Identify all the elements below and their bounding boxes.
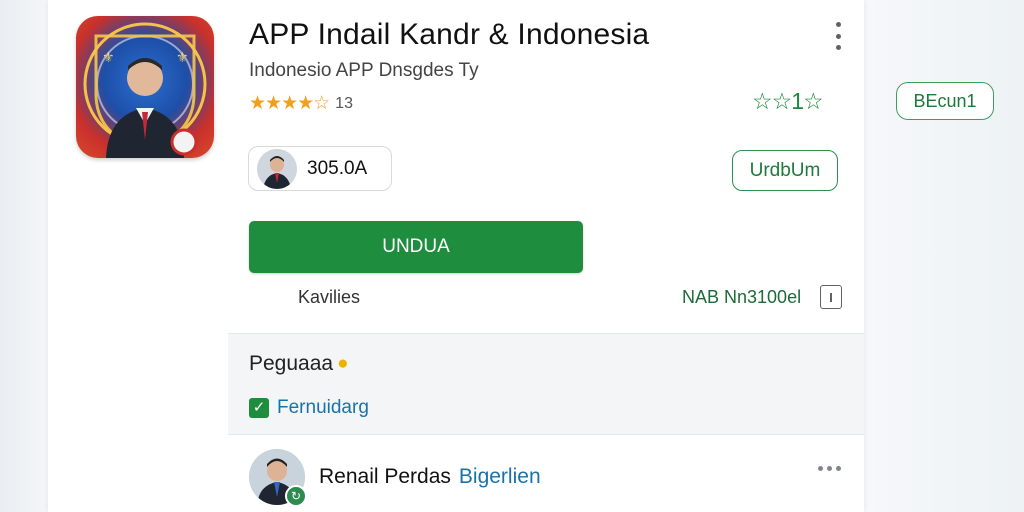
svg-text:⚜: ⚜	[102, 49, 115, 65]
reviewer-avatar: ↻	[249, 449, 307, 507]
permission-label[interactable]: Fernuidarg	[277, 397, 369, 419]
permissions-title-text: Peguaaa	[249, 352, 334, 375]
info-icon[interactable]	[820, 285, 842, 309]
permission-checkbox[interactable]: ✓	[249, 398, 269, 418]
rating-count: 13	[335, 94, 353, 112]
permissions-section	[228, 333, 864, 435]
left-background-panel	[0, 0, 48, 512]
side-pill-button[interactable]: BEcun1	[896, 82, 994, 120]
right-background-panel	[864, 0, 1024, 512]
app-size: 305.0A	[307, 157, 368, 179]
rating-stars-icon: ★★★★☆	[249, 93, 330, 114]
size-chip: 305.0A	[248, 146, 392, 191]
meta-right-label[interactable]: NAB Nn3100el	[682, 287, 801, 308]
verified-badge-icon: ↻	[285, 485, 307, 507]
permissions-title: Peguaaa ●	[249, 352, 349, 376]
coin-icon: ●	[337, 353, 349, 374]
rating-row: ★★★★☆ 13	[249, 92, 353, 115]
reviewer-name: Renail Perdas	[319, 465, 451, 488]
app-logo-icon: ⚜ ⚜	[76, 16, 214, 158]
update-button[interactable]: UrdbUm	[732, 150, 838, 191]
meta-left-label: Kavilies	[298, 287, 361, 307]
permission-checkbox-row[interactable]: ✓ Fernuidarg	[249, 397, 369, 419]
review-more-icon[interactable]	[818, 466, 841, 471]
developer-avatar	[257, 148, 297, 189]
install-button[interactable]: UNDUA	[249, 221, 583, 273]
app-title: APP Indail Kandr & Indonesia	[249, 18, 650, 51]
svg-text:⚜: ⚜	[176, 49, 189, 65]
developer-name[interactable]: Indonesio APP Dnsgdes Ty	[249, 60, 479, 82]
reviewer-tag[interactable]: Bigerlien	[459, 465, 541, 489]
rate-stars-input[interactable]: ☆☆1☆	[752, 88, 824, 115]
more-options-icon[interactable]	[828, 22, 848, 50]
review-header: ↻ Renail Perdas Bigerlien	[249, 449, 541, 507]
